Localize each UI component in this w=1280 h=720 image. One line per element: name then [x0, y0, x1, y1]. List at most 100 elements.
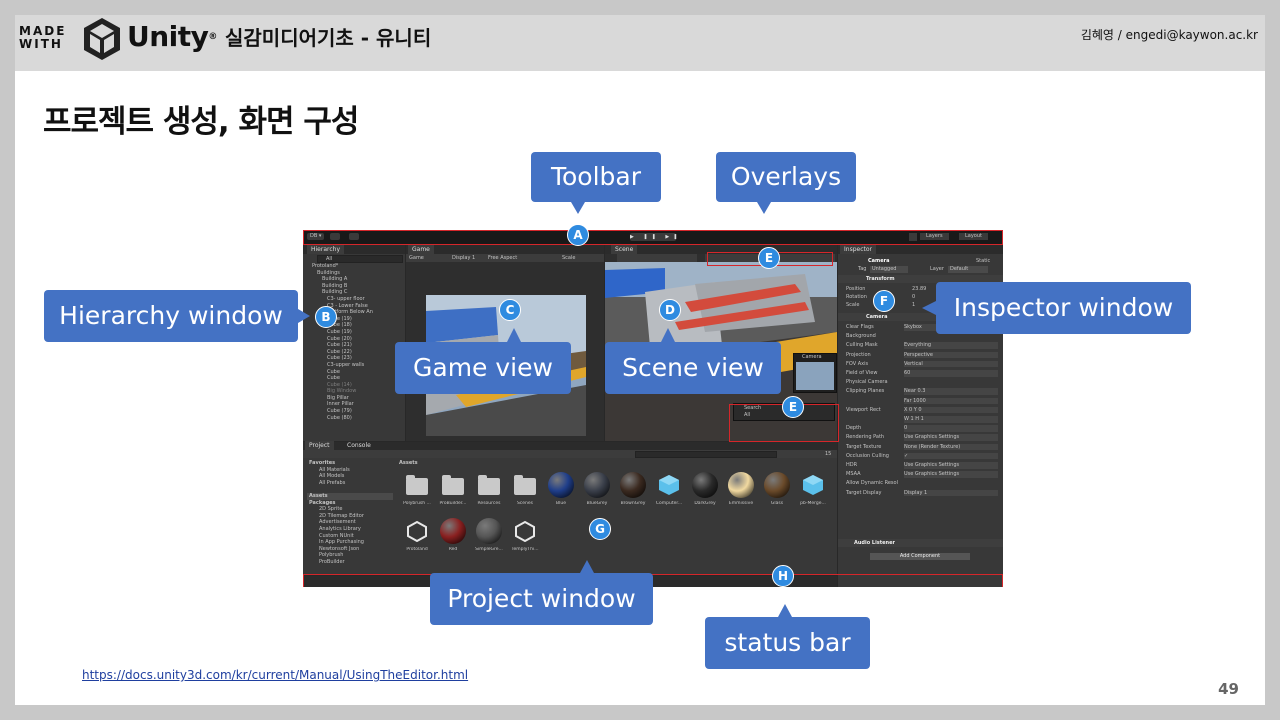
project-folder-item[interactable]: Custom NUnit	[307, 533, 393, 540]
aspect-dropdown[interactable]: Free Aspect	[488, 255, 517, 262]
project-folder-item[interactable]: All Prefabs	[307, 480, 393, 487]
hierarchy-item[interactable]: Cube (14)	[307, 382, 403, 389]
inspector-property-value[interactable]: 60	[904, 370, 998, 377]
tag-dropdown[interactable]: Untagged	[870, 266, 909, 273]
tab-inspector[interactable]: Inspector	[840, 245, 876, 254]
hierarchy-item[interactable]: Big Window	[307, 388, 403, 395]
documentation-link[interactable]: https://docs.unity3d.com/kr/current/Manu…	[82, 668, 468, 682]
inspector-property-label: HDR	[846, 462, 858, 468]
inspector-property-value[interactable]: Use Graphics Settings	[904, 471, 998, 478]
inspector-property-value[interactable]: Display 1	[904, 489, 998, 497]
hierarchy-item[interactable]: Inner Pillar	[307, 401, 403, 408]
asset-item[interactable]: Protoland	[399, 516, 435, 560]
project-folder-item[interactable]: In App Purchasing	[307, 539, 393, 546]
inspector-property-value[interactable]: Use Graphics Settings	[904, 434, 998, 441]
hierarchy-item[interactable]: Protoland*	[307, 263, 403, 270]
callout-scene-pointer	[661, 328, 675, 342]
hierarchy-search[interactable]: All	[317, 255, 403, 263]
project-folder-item[interactable]: All Models	[307, 473, 393, 480]
asset-item[interactable]: Polybrush ...	[399, 470, 435, 514]
inspector-property-value[interactable]: None (Render Texture)	[904, 443, 998, 451]
asset-item[interactable]: Computer...	[651, 470, 687, 514]
asset-item[interactable]: Red	[435, 516, 471, 560]
hierarchy-item[interactable]: Cube (19)	[307, 329, 403, 336]
project-toolbar: 15	[303, 450, 837, 458]
project-folder-item[interactable]: 2D Sprite	[307, 506, 393, 513]
hierarchy-item[interactable]: Building B	[307, 283, 403, 290]
hierarchy-item[interactable]: Cube (23)	[307, 355, 403, 362]
project-folder-item[interactable]: Advertisement	[307, 519, 393, 526]
tab-scene[interactable]: Scene	[611, 245, 638, 254]
asset-item[interactable]: ProBuilder...	[435, 470, 471, 514]
rotation-x-field[interactable]: 0	[912, 294, 915, 301]
asset-item[interactable]: Glass	[759, 470, 795, 514]
hierarchy-item[interactable]: Building A	[307, 276, 403, 283]
layer-dropdown[interactable]: Default	[948, 266, 989, 273]
project-folder-item[interactable]: Polybrush	[307, 552, 393, 559]
asset-item[interactable]: pb-Merge...	[795, 470, 831, 514]
hierarchy-item[interactable]: C3-upper walls	[307, 362, 403, 369]
hierarchy-item[interactable]: Cube (80)	[307, 415, 403, 422]
asset-item[interactable]: Resources	[471, 470, 507, 514]
asset-item[interactable]: TemplyThi...	[507, 516, 543, 560]
asset-label: Red	[448, 547, 458, 552]
page-heading: 프로젝트 생성, 화면 구성	[43, 104, 359, 140]
tab-project[interactable]: Project	[305, 441, 334, 450]
asset-item[interactable]: Blue	[543, 470, 579, 514]
inspector-property-value[interactable]: Near 0.3	[904, 388, 998, 395]
project-folder-item[interactable]: Favorites	[307, 460, 393, 467]
position-x-field[interactable]: 23.89	[912, 286, 926, 293]
asset-item[interactable]: BrownGrey	[615, 470, 651, 514]
project-folder-item[interactable]: Packages	[307, 500, 393, 507]
inspector-property-value[interactable]: Use Graphics Settings	[904, 462, 998, 469]
inspector-property-value[interactable]: Far 1000	[904, 397, 998, 405]
asset-item[interactable]: SimpleGre...	[471, 516, 507, 560]
inspector-property-value[interactable]: Vertical	[904, 360, 998, 368]
hierarchy-item[interactable]: Cube	[307, 369, 403, 376]
hierarchy-item[interactable]: Building C	[307, 289, 403, 296]
marker-h: H	[772, 565, 794, 587]
inspector-property-row: Projection Perspective	[838, 351, 1003, 360]
project-folder-item[interactable]: Assets	[307, 492, 393, 500]
inspector-property-value[interactable]: W 1 H 1	[904, 416, 998, 423]
hierarchy-item[interactable]: Buildings	[307, 270, 403, 277]
tab-hierarchy[interactable]: Hierarchy	[307, 245, 345, 254]
hierarchy-item[interactable]: Cube	[307, 375, 403, 382]
inspector-property-value[interactable]: Perspective	[904, 351, 998, 359]
project-folder-item[interactable]: 2D Tilemap Editor	[307, 513, 393, 520]
inspector-property-value[interactable]: ✓	[904, 452, 998, 460]
callout-inspector: Inspector window	[936, 282, 1191, 334]
asset-item[interactable]: Scenes	[507, 470, 543, 514]
asset-item[interactable]: BlueGrey	[579, 470, 615, 514]
project-folder-item[interactable]: Analytics Library	[307, 526, 393, 533]
hierarchy-item[interactable]: Cube (22)	[307, 349, 403, 356]
project-folder-item[interactable]	[307, 486, 393, 493]
inspector-property-value[interactable]: Everything	[904, 342, 998, 349]
hierarchy-item[interactable]: Cube (20)	[307, 336, 403, 343]
asset-item[interactable]: DarkGrey	[687, 470, 723, 514]
tab-console[interactable]: Console	[343, 441, 375, 450]
hierarchy-item[interactable]: Cube (21)	[307, 342, 403, 349]
marker-e-top: E	[758, 247, 780, 269]
static-toggle[interactable]: Static	[976, 258, 990, 265]
hierarchy-item[interactable]: Cube (79)	[307, 408, 403, 415]
game-display-dropdown[interactable]: Game	[409, 255, 424, 262]
inspector-property-value[interactable]: 0	[904, 425, 998, 432]
project-folder-item[interactable]: All Materials	[307, 467, 393, 474]
display1-dropdown[interactable]: Display 1	[452, 255, 475, 262]
project-search[interactable]	[635, 451, 777, 458]
scale-x-field[interactable]: 1	[912, 302, 915, 309]
hierarchy-item[interactable]: Big Pillar	[307, 395, 403, 402]
hierarchy-item[interactable]: C3- upper floor	[307, 296, 403, 303]
scale-slider[interactable]: Scale	[562, 255, 575, 262]
audio-listener-header[interactable]: Audio Listener	[838, 539, 1003, 547]
inspector-property-label: Field of View	[846, 370, 878, 376]
asset-item[interactable]: Emmissive	[723, 470, 759, 514]
scene-tools-overlay[interactable]	[617, 254, 697, 262]
project-folder-item[interactable]: Newtonsoft Json	[307, 546, 393, 553]
marker-c: C	[499, 299, 521, 321]
tab-game[interactable]: Game	[408, 245, 434, 254]
project-folder-item[interactable]: ProBuilder	[307, 559, 393, 566]
inspector-property-value[interactable]: X 0 Y 0	[904, 406, 998, 414]
add-component-button[interactable]: Add Component	[870, 553, 970, 560]
